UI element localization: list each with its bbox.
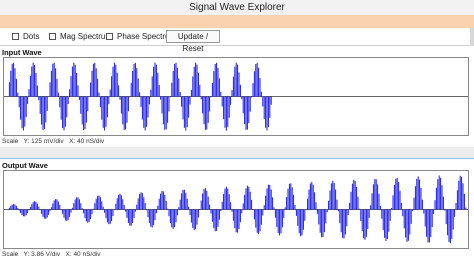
input-scale-readout: Scale Y: 125 mV/div X: 40 nS/div [2,138,104,145]
mag-spectrum-toggle[interactable]: Mag Spectrum [49,31,112,42]
dots-checkbox[interactable] [12,33,19,40]
mag-spectrum-label: Mag Spectrum [60,32,113,41]
update-reset-button[interactable]: Update / Reset [166,30,220,53]
mag-spectrum-checkbox[interactable] [49,33,56,40]
dots-label: Dots [23,32,40,41]
input-scale-label: Scale [2,138,19,145]
output-y-scale: Y: 3.86 V/div [23,251,61,258]
phase-spectrum-checkbox[interactable] [106,33,113,40]
output-x-scale: X: 40 nS/div [65,251,101,258]
window-title: Signal Wave Explorer [0,0,474,15]
input-y-scale: Y: 125 mV/div [23,138,64,145]
accent-bar [0,15,474,28]
output-wave-title: Output Wave [2,161,48,170]
input-wave-title: Input Wave [2,48,42,57]
input-plot [3,57,469,136]
input-x-scale: X: 40 nS/div [69,138,105,145]
output-scale-readout: Scale Y: 3.86 V/div X: 40 nS/div [2,251,101,258]
output-scale-label: Scale [2,251,19,258]
output-wave-graph [4,175,468,244]
output-plot [3,170,469,249]
input-wave-graph [4,62,468,131]
dots-toggle[interactable]: Dots [12,31,39,42]
toolbar: Dots Mag Spectrum Phase Spectrum Update … [0,28,474,53]
scrollbar[interactable] [470,28,474,46]
